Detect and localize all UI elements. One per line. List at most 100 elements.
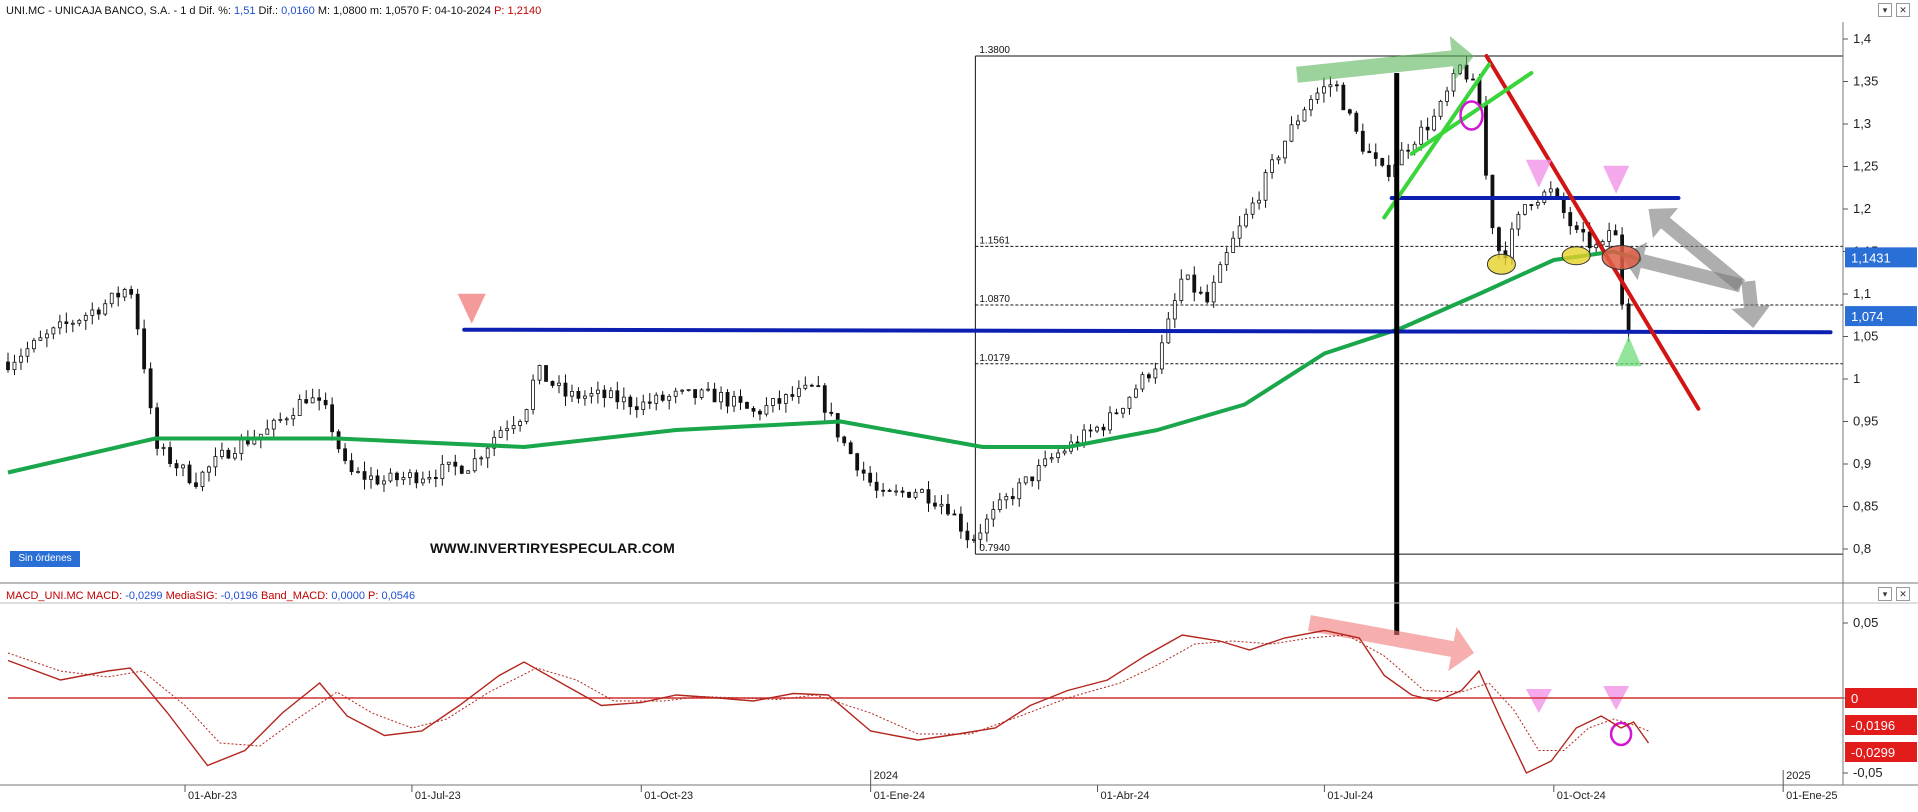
candle-body: [505, 428, 510, 431]
candle-body: [77, 319, 82, 324]
header-price-label: P:: [494, 5, 505, 17]
header-dif-pct-value: 1,51: [234, 5, 256, 17]
candle-body: [1146, 374, 1151, 379]
candle-body: [991, 509, 996, 520]
panel-close-icon[interactable]: ✕: [1896, 3, 1910, 17]
candle-body: [278, 419, 283, 421]
fib-level-label: 1.1561: [979, 235, 1010, 246]
price-tick-label: 1,25: [1853, 159, 1878, 174]
candle-body: [1354, 112, 1359, 132]
candle-body: [946, 503, 950, 515]
candle-body: [375, 475, 380, 485]
candle-body: [6, 361, 10, 371]
macd-p-value: 0,0546: [381, 590, 416, 602]
year-label: 2024: [874, 770, 898, 782]
support-line: [462, 327, 1833, 335]
candle-body: [213, 456, 218, 468]
candle-body: [401, 477, 406, 481]
candle-body: [1017, 482, 1022, 500]
candle-body: [472, 458, 477, 472]
candle-body: [570, 390, 574, 397]
candle-body: [634, 406, 639, 411]
candle-body: [1367, 150, 1372, 154]
candle-body: [583, 395, 587, 399]
candle-body: [1257, 199, 1261, 204]
candle-body: [835, 413, 840, 438]
candle-body: [1004, 496, 1009, 501]
header-min-label: m:: [369, 5, 383, 17]
candle-body: [887, 489, 892, 492]
candle-body: [1250, 202, 1255, 215]
candle-body: [796, 387, 801, 397]
header-symbol: UNI.MC - UNICAJA BANCO, S.A. -: [6, 5, 178, 17]
candle-body: [1464, 64, 1469, 80]
candle-body: [595, 389, 600, 394]
price-tick-label: 1,35: [1853, 74, 1878, 89]
candle-body: [1626, 303, 1631, 333]
header-price-value: 1,2140: [507, 5, 542, 17]
candle-body: [848, 442, 853, 455]
candle-body: [771, 398, 775, 406]
candle-body: [1283, 140, 1287, 159]
macd-header: MACD_UNI.MC MACD: -0,0299 MediaSIG: -0,0…: [0, 587, 415, 605]
candle-body: [148, 368, 153, 409]
candle-body: [382, 480, 386, 485]
macd-close-icon[interactable]: ✕: [1896, 587, 1910, 601]
macd-name: MACD_UNI.MC: [6, 590, 84, 602]
panel-menu-icon[interactable]: ▾: [1878, 3, 1892, 17]
candle-body: [563, 382, 568, 397]
macd-signal-badge-text: -0,0196: [1851, 718, 1895, 733]
candle-body: [1548, 188, 1553, 193]
candle-body: [1581, 229, 1586, 233]
x-tick-label: 01-Abr-24: [1101, 790, 1150, 802]
candle-body: [1198, 291, 1203, 294]
candle-body: [1315, 92, 1320, 100]
candle-body: [829, 411, 834, 414]
candle-body: [920, 489, 924, 493]
macd-menu-icon[interactable]: ▾: [1878, 587, 1892, 601]
x-tick-label: 01-Oct-23: [644, 790, 693, 802]
candle-body: [1101, 426, 1106, 431]
candle-body: [894, 490, 898, 493]
candle-body: [1270, 159, 1274, 173]
candle-body: [1516, 213, 1521, 230]
last-price-badge-group: 1,1431: [1845, 247, 1917, 268]
macd-zero-badge-text: 0: [1851, 691, 1858, 706]
x-tick-label: 01-Oct-24: [1557, 790, 1606, 802]
candle-body: [70, 322, 75, 325]
candle-body: [174, 463, 179, 469]
candle-body: [861, 469, 866, 474]
candle-body: [1140, 374, 1145, 390]
candle-body: [881, 489, 886, 492]
candle-body: [194, 482, 198, 487]
candle-body: [719, 392, 723, 403]
candle-body: [466, 470, 471, 474]
candle-body: [965, 530, 970, 541]
candle-body: [758, 410, 762, 415]
macd-p-label: P:: [368, 590, 379, 602]
red-ellipse: [1601, 244, 1641, 270]
macd-sig-value: -0,0196: [220, 590, 258, 602]
candle-body: [1445, 90, 1449, 102]
candle-body: [809, 384, 814, 387]
orders-badge[interactable]: Sin órdenes: [10, 551, 80, 567]
candle-body: [1134, 388, 1138, 398]
header-max-value: 1,0800: [333, 5, 367, 17]
candle-body: [323, 399, 328, 406]
candle-body: [764, 405, 769, 415]
candle-body: [1276, 157, 1281, 161]
candle-body: [959, 513, 963, 532]
candle-body: [1360, 130, 1365, 152]
macd-label: MACD:: [86, 590, 123, 602]
candle-body: [745, 402, 749, 409]
candle-body: [498, 430, 503, 438]
candle-body: [395, 472, 399, 481]
candle-body: [537, 365, 542, 381]
candle-body: [699, 389, 704, 398]
candle-body: [446, 461, 451, 465]
candle-body: [200, 471, 205, 487]
candle-body: [1522, 204, 1527, 215]
candle-body: [933, 502, 937, 507]
candle-body: [686, 389, 691, 391]
candle-body: [1108, 412, 1112, 431]
